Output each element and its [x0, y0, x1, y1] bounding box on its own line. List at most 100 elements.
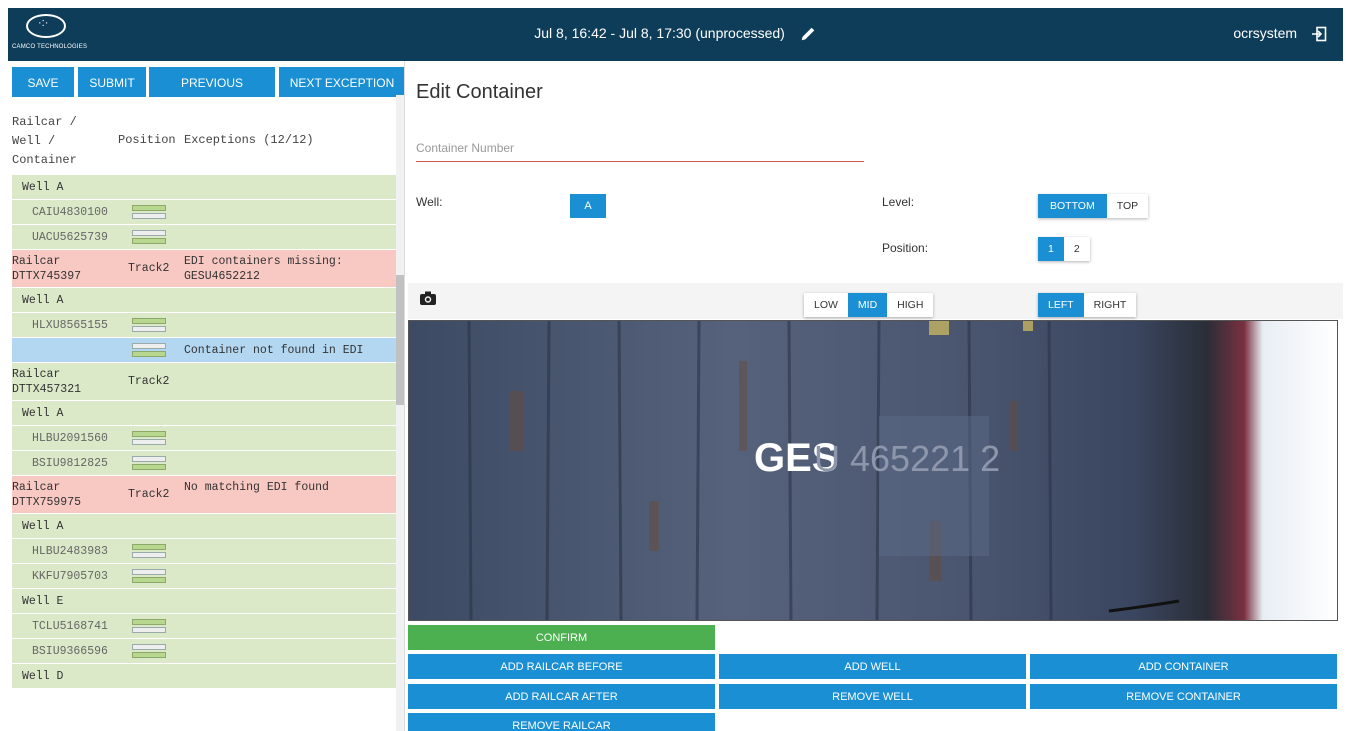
container-id: KKFU7905703	[32, 570, 108, 583]
container-position-icon	[132, 619, 166, 633]
add-railcar-after-button[interactable]: ADD RAILCAR AFTER	[408, 684, 715, 709]
header-position-label: Position	[118, 133, 176, 147]
list-item-container[interactable]: HLBU2483983	[12, 539, 396, 564]
submit-button[interactable]: SUBMIT	[78, 67, 146, 97]
container-id: UACU5625739	[32, 231, 108, 244]
image-level-low[interactable]: LOW	[804, 293, 848, 317]
header-railcar-label: Railcar /	[12, 115, 77, 129]
remove-container-button[interactable]: REMOVE CONTAINER	[1030, 684, 1337, 709]
railcar-track: Track2	[128, 262, 170, 275]
header-container-label: Container	[12, 153, 77, 167]
position-2-option[interactable]: 2	[1064, 237, 1090, 261]
remove-railcar-button[interactable]: REMOVE RAILCAR	[408, 713, 715, 731]
level-top-option[interactable]: TOP	[1107, 194, 1148, 218]
container-photo: GES U 465221 2	[408, 320, 1338, 621]
scrollbar-thumb[interactable]	[396, 275, 404, 405]
confirm-button[interactable]: CONFIRM	[408, 625, 715, 650]
list-item-railcar[interactable]: Railcar DTTX457321 Track2	[12, 363, 396, 401]
railcar-label: Railcar DTTX759975	[12, 481, 82, 509]
photo-faded-code: U 465221 2	[814, 438, 1000, 479]
container-id: HLXU8565155	[32, 319, 108, 332]
list-item-well[interactable]: Well E	[12, 589, 396, 614]
list-item-container[interactable]: CAIU4830100	[12, 200, 396, 225]
railcar-exception: EDI containers missing: GESU4652212	[184, 255, 343, 283]
well-label: Well A	[22, 407, 64, 420]
container-number-input[interactable]: Container Number	[416, 131, 864, 162]
add-railcar-before-button[interactable]: ADD RAILCAR BEFORE	[408, 654, 715, 679]
image-level-mid[interactable]: MID	[847, 293, 888, 317]
list-scrollbar[interactable]	[396, 95, 404, 731]
username: ocrsystem	[1233, 25, 1298, 41]
well-a-button[interactable]: A	[570, 194, 606, 218]
save-button[interactable]: SAVE	[12, 67, 74, 97]
container-id: HLBU2091560	[32, 432, 108, 445]
list-item-container[interactable]: TCLU5168741	[12, 614, 396, 639]
container-id: BSIU9812825	[32, 457, 108, 470]
app-frame: ·:· CAMCO TECHNOLOGIES Jul 8, 16:42 - Ju…	[8, 8, 1343, 731]
list-item-well[interactable]: Well A	[12, 288, 396, 313]
container-position-icon	[132, 544, 166, 558]
user-area: ocrsystem	[1233, 25, 1327, 42]
container-position-icon	[132, 318, 166, 332]
image-toolbar: LOW MID HIGH LEFT RIGHT	[408, 283, 1343, 319]
railcar-track: Track2	[128, 488, 170, 501]
railcar-label: Railcar DTTX745397	[12, 255, 82, 283]
exit-icon[interactable]	[1311, 26, 1327, 42]
well-label: Well A	[22, 181, 64, 194]
image-level-high[interactable]: HIGH	[887, 293, 933, 317]
exceptions-list: Well A CAIU4830100 UACU5625739 Railcar DTTX7…	[12, 175, 396, 689]
container-id: TCLU5168741	[32, 620, 108, 633]
container-position-icon	[132, 569, 166, 583]
exception-text: Container not found in EDI	[184, 344, 364, 357]
previous-button[interactable]: PREVIOUS	[149, 67, 275, 97]
list-item-container[interactable]: HLBU2091560	[12, 426, 396, 451]
list-item-selected-container[interactable]: Container not found in EDI	[12, 338, 396, 363]
remove-well-button[interactable]: REMOVE WELL	[719, 684, 1026, 709]
level-label: Level:	[882, 195, 915, 209]
image-side-left[interactable]: LEFT	[1038, 293, 1084, 317]
list-item-railcar[interactable]: Railcar DTTX759975 Track2 No matching EDI f…	[12, 476, 396, 514]
image-side-toggle: LEFT RIGHT	[1038, 293, 1137, 317]
list-item-railcar[interactable]: Railcar DTTX745397 Track2 EDI containers mi…	[12, 250, 396, 288]
container-id: CAIU4830100	[32, 206, 108, 219]
edit-container-panel: Edit Container Container Number Well: A …	[408, 61, 1343, 731]
list-item-well[interactable]: Well A	[12, 175, 396, 200]
container-position-icon	[132, 205, 166, 219]
list-item-container[interactable]: BSIU9366596	[12, 639, 396, 664]
list-item-well[interactable]: Well A	[12, 514, 396, 539]
list-item-container[interactable]: HLXU8565155	[12, 313, 396, 338]
time-range-text: Jul 8, 16:42 - Jul 8, 17:30 (unprocessed…	[534, 25, 785, 41]
list-item-container[interactable]: UACU5625739	[12, 225, 396, 250]
exceptions-panel: SAVE SUBMIT PREVIOUS NEXT EXCEPTION Rail…	[8, 61, 405, 731]
list-item-container[interactable]: BSIU9812825	[12, 451, 396, 476]
well-label: Well D	[22, 670, 64, 683]
logo-brand-text: CAMCO TECHNOLOGIES	[12, 44, 88, 50]
container-position-icon	[132, 644, 166, 658]
container-photo-image: GES U 465221 2	[409, 321, 1337, 620]
add-well-button[interactable]: ADD WELL	[719, 654, 1026, 679]
well-label: Well A	[22, 520, 64, 533]
well-label: Well:	[416, 195, 443, 209]
container-position-icon	[132, 343, 166, 357]
header-well-label: Well /	[12, 134, 56, 148]
page-title: Edit Container	[416, 81, 543, 103]
railcar-label: Railcar DTTX457321	[12, 368, 82, 396]
well-label: Well A	[22, 294, 64, 307]
position-label: Position:	[882, 241, 929, 255]
list-item-well[interactable]: Well A	[12, 401, 396, 426]
image-side-right[interactable]: RIGHT	[1084, 293, 1137, 317]
railcar-exception: No matching EDI found	[184, 481, 329, 494]
level-bottom-option[interactable]: BOTTOM	[1038, 194, 1107, 218]
camera-icon[interactable]	[420, 291, 436, 305]
list-item-container[interactable]: KKFU7905703	[12, 564, 396, 589]
next-exception-button[interactable]: NEXT EXCEPTION	[279, 67, 404, 97]
add-container-button[interactable]: ADD CONTAINER	[1030, 654, 1337, 679]
container-position-icon	[132, 431, 166, 445]
position-1-option[interactable]: 1	[1038, 237, 1064, 261]
position-toggle: 1 2	[1038, 237, 1090, 261]
list-item-well[interactable]: Well D	[12, 664, 396, 689]
container-position-icon	[132, 456, 166, 470]
pencil-icon[interactable]	[799, 25, 817, 43]
image-level-toggle: LOW MID HIGH	[804, 293, 934, 317]
well-label: Well E	[22, 595, 64, 608]
